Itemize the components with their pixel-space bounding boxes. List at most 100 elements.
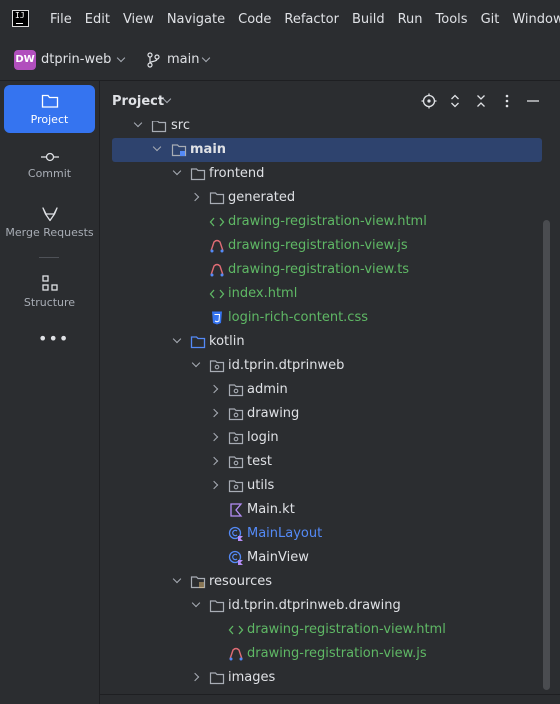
chevron-right-icon[interactable] <box>209 432 219 442</box>
menu-tools[interactable]: Tools <box>436 11 468 29</box>
menu-git[interactable]: Git <box>481 11 500 29</box>
tree-row-kotlin[interactable]: kotlin <box>100 330 542 354</box>
design-file-icon <box>210 239 224 253</box>
kotlin-class-icon <box>228 550 243 565</box>
menu-build[interactable]: Build <box>352 11 385 29</box>
kotlin-file-icon <box>230 503 243 517</box>
html-file-icon <box>209 217 225 227</box>
hide-panel-icon[interactable] <box>525 93 541 109</box>
tree-row-label: index.html <box>228 286 298 301</box>
package-icon <box>228 432 244 445</box>
package-icon <box>228 384 244 397</box>
tree-row-label: frontend <box>209 166 265 181</box>
tree-row-package[interactable]: test <box>100 450 542 474</box>
project-panel-header: Project <box>100 81 560 121</box>
source-folder-icon <box>171 144 187 157</box>
tree-row-folder[interactable]: images <box>100 666 542 690</box>
chevron-right-icon[interactable] <box>209 456 219 466</box>
folder-icon <box>151 121 167 133</box>
menu-run[interactable]: Run <box>398 11 423 29</box>
menu-navigate[interactable]: Navigate <box>167 11 225 29</box>
menu-refactor[interactable]: Refactor <box>284 11 339 29</box>
tree-row-file[interactable]: drawing-registration-view.js <box>100 642 542 666</box>
project-badge[interactable]: DW <box>14 50 36 70</box>
tree-row-file[interactable]: drawing-registration-view.ts <box>100 258 542 282</box>
tree-row-package[interactable]: id.tprin.dtprinweb <box>100 354 542 378</box>
menu-window[interactable]: Window <box>512 11 560 29</box>
git-branch-icon[interactable] <box>146 52 160 68</box>
tool-merge-requests-label: Merge Requests <box>5 226 94 239</box>
css-file-icon <box>212 311 222 325</box>
design-file-icon <box>229 647 243 661</box>
tree-row-file[interactable]: drawing-registration-view.html <box>100 618 542 642</box>
tool-commit-button[interactable]: Commit <box>4 145 95 189</box>
tree-row-src[interactable]: src <box>100 121 542 138</box>
tree-row-label: drawing <box>247 406 300 421</box>
tree-row-package[interactable]: utils <box>100 474 542 498</box>
branch-name[interactable]: main <box>167 51 199 69</box>
panel-title[interactable]: Project <box>112 93 164 111</box>
gitlab-icon <box>41 207 58 222</box>
menu-edit[interactable]: Edit <box>85 11 110 29</box>
tree-row-file[interactable]: index.html <box>100 282 542 306</box>
chevron-down-icon[interactable] <box>172 334 182 344</box>
tree-row-file[interactable]: MainView <box>100 546 542 570</box>
tree-row-label: Main.kt <box>247 502 295 517</box>
tool-commit-label: Commit <box>27 167 72 180</box>
options-menu-icon[interactable] <box>499 93 515 109</box>
chevron-down-icon[interactable] <box>191 358 201 368</box>
tree-row-label: generated <box>228 190 296 205</box>
tree-row-label: admin <box>247 382 288 397</box>
more-tools-icon[interactable]: ••• <box>38 329 69 348</box>
tree-row-generated[interactable]: generated <box>100 186 542 210</box>
tree-row-resources[interactable]: resources <box>100 570 542 594</box>
tree-row-label: MainLayout <box>247 526 323 541</box>
chevron-down-icon[interactable] <box>191 598 201 608</box>
tree-row-folder[interactable]: id.tprin.dtprinweb.drawing <box>100 594 542 618</box>
chevron-down-icon[interactable] <box>172 574 182 584</box>
design-file-icon <box>210 263 224 277</box>
tool-separator <box>39 257 59 258</box>
chevron-down-icon[interactable] <box>133 121 143 128</box>
tree-row-file[interactable]: Main.kt <box>100 498 542 522</box>
chevron-right-icon[interactable] <box>209 384 219 394</box>
panel-bottom-edge <box>100 694 560 704</box>
tree-row-package[interactable]: login <box>100 426 542 450</box>
main-menu-bar: IJ File Edit View Navigate Code Refactor… <box>0 0 560 40</box>
menu-view[interactable]: View <box>123 11 154 29</box>
tool-merge-requests-button[interactable]: Merge Requests <box>4 203 95 247</box>
package-icon <box>228 456 244 469</box>
menu-file[interactable]: File <box>50 11 72 29</box>
tree-row-file[interactable]: drawing-registration-view.js <box>100 234 542 258</box>
collapse-all-icon[interactable] <box>473 93 489 109</box>
chevron-down-icon[interactable] <box>172 166 182 176</box>
chevron-right-icon[interactable] <box>209 480 219 490</box>
tree-row-file[interactable]: login-rich-content.css <box>100 306 542 330</box>
chevron-right-icon[interactable] <box>209 408 219 418</box>
tree-row-label: id.tprin.dtprinweb.drawing <box>228 598 401 613</box>
tree-row-label: login-rich-content.css <box>228 310 368 325</box>
html-file-icon <box>228 625 244 635</box>
chevron-right-icon[interactable] <box>190 672 200 682</box>
tree-row-label: src <box>171 121 190 133</box>
tree-row-file[interactable]: MainLayout <box>100 522 542 546</box>
tree-row-package[interactable]: admin <box>100 378 542 402</box>
locate-icon[interactable] <box>421 93 437 109</box>
tree-row-file[interactable]: drawing-registration-view.html <box>100 210 542 234</box>
tool-project-label: Project <box>30 113 69 126</box>
tool-project-button[interactable]: Project <box>4 85 95 133</box>
project-name[interactable]: dtprin-web <box>41 51 111 69</box>
chevron-right-icon[interactable] <box>190 192 200 202</box>
tree-row-frontend[interactable]: frontend <box>100 162 542 186</box>
app-logo-icon[interactable]: IJ <box>12 10 29 27</box>
folder-icon <box>190 168 206 181</box>
tool-structure-button[interactable]: Structure <box>4 271 95 315</box>
package-icon <box>209 360 225 373</box>
expand-all-icon[interactable] <box>447 93 463 109</box>
tree-row-main[interactable]: main <box>100 138 542 162</box>
tree-row-label: main <box>190 142 227 157</box>
tree-scrollbar[interactable] <box>543 220 550 690</box>
menu-code[interactable]: Code <box>238 11 271 29</box>
tree-row-label: images <box>228 670 276 685</box>
tree-row-package[interactable]: drawing <box>100 402 542 426</box>
